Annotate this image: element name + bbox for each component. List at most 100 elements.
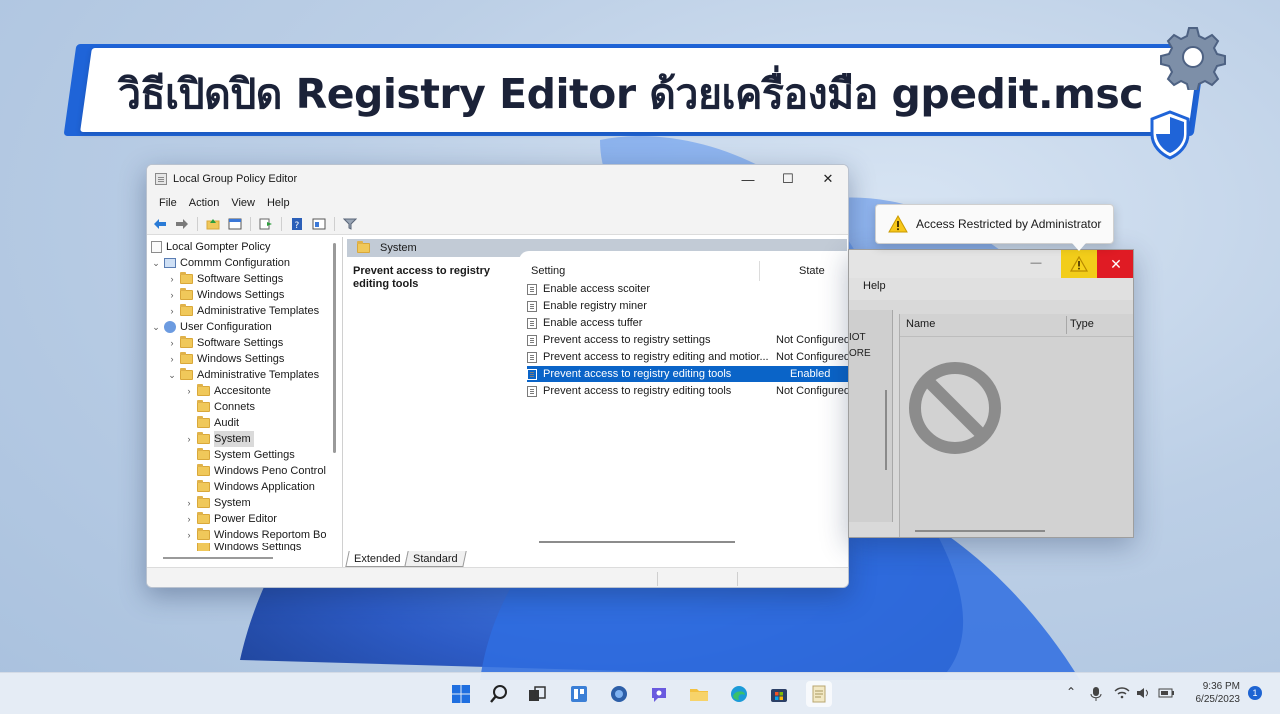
list-item-selected[interactable]: Prevent access to registry editing tools…: [527, 366, 848, 382]
edge-icon[interactable]: [726, 681, 752, 707]
chevron-down-icon[interactable]: ⌄: [151, 319, 161, 335]
wifi-icon[interactable]: [1114, 687, 1130, 699]
tree-item[interactable]: › Windows Reportom Bo: [184, 527, 327, 543]
chevron-right-icon[interactable]: ›: [167, 287, 177, 303]
column-header-state[interactable]: State: [799, 265, 825, 277]
maximize-button[interactable]: ☐: [768, 165, 808, 193]
search-icon[interactable]: [486, 681, 512, 707]
chevron-right-icon[interactable]: ›: [184, 511, 194, 527]
tree-item[interactable]: ⌄ Commm Configuration: [151, 255, 290, 271]
chevron-right-icon[interactable]: ›: [184, 383, 194, 399]
tree-horizontal-scrollbar[interactable]: [163, 557, 273, 559]
close-button[interactable]: ✕: [808, 165, 848, 193]
registry-horizontal-scrollbar[interactable]: [915, 530, 1045, 532]
widgets-icon[interactable]: [566, 681, 592, 707]
tree-item[interactable]: Windows Application: [184, 479, 315, 495]
notification-badge[interactable]: 1: [1248, 686, 1262, 700]
notepad-icon[interactable]: [806, 681, 832, 707]
list-item[interactable]: Enable access tuffer: [527, 315, 848, 331]
tree-item-label: Accesitonte: [214, 385, 271, 397]
tree-item[interactable]: › Power Editor: [184, 511, 277, 527]
export-list-icon[interactable]: [257, 216, 275, 232]
list-horizontal-scrollbar[interactable]: [539, 541, 735, 543]
tree-item-selected[interactable]: › System: [184, 431, 254, 447]
tree-item[interactable]: ⌄ Administrative Templates: [167, 367, 319, 383]
chevron-right-icon[interactable]: ›: [184, 431, 194, 447]
list-item[interactable]: Prevent access to registry editing and m…: [527, 349, 848, 365]
tree-item[interactable]: Audit: [184, 415, 239, 431]
chevron-right-icon[interactable]: ›: [184, 495, 194, 511]
column-divider[interactable]: [1066, 316, 1067, 334]
tree-item[interactable]: Windows Peno Control: [184, 463, 326, 479]
chevron-down-icon[interactable]: ⌄: [167, 367, 177, 383]
back-arrow-icon[interactable]: [151, 216, 169, 232]
tab-extended[interactable]: Extended: [345, 551, 410, 567]
column-header-setting[interactable]: Setting: [531, 265, 565, 277]
clock[interactable]: 9:36 PM 6/25/2023: [1194, 680, 1241, 706]
media-icon[interactable]: [606, 681, 632, 707]
column-divider[interactable]: [759, 261, 760, 281]
properties-icon[interactable]: [310, 216, 328, 232]
chevron-right-icon[interactable]: ›: [167, 271, 177, 287]
volume-icon[interactable]: [1136, 687, 1152, 699]
minimize-button[interactable]: —: [728, 165, 768, 193]
menu-help[interactable]: Help: [261, 197, 296, 209]
chevron-up-icon[interactable]: ⌃: [1066, 685, 1076, 699]
folder-icon: [197, 432, 210, 444]
registry-tree-scrollbar[interactable]: [885, 390, 887, 470]
computer-icon: [164, 258, 176, 268]
up-folder-icon[interactable]: [204, 216, 222, 232]
menu-action[interactable]: Action: [183, 197, 226, 209]
tree-item[interactable]: › System: [184, 495, 251, 511]
tab-standard[interactable]: Standard: [404, 551, 467, 567]
task-view-icon[interactable]: [524, 681, 550, 707]
tree-item[interactable]: › Software Settings: [167, 335, 283, 351]
help-icon[interactable]: ?: [288, 216, 306, 232]
chat-icon[interactable]: [646, 681, 672, 707]
chevron-right-icon[interactable]: ›: [167, 351, 177, 367]
registry-close-button[interactable]: ✕: [1097, 250, 1133, 278]
tree-item-label: Commm Configuration: [180, 257, 291, 269]
chevron-down-icon[interactable]: ⌄: [151, 255, 161, 271]
tree-item[interactable]: System Gettings: [184, 447, 295, 463]
filter-icon[interactable]: [341, 216, 359, 232]
tree-item[interactable]: › Accesitonte: [184, 383, 271, 399]
tree-item[interactable]: Windows Settings: [184, 543, 301, 551]
toolbar: ?: [147, 213, 848, 235]
column-header-type[interactable]: Type: [1070, 318, 1094, 330]
show-hide-tree-icon[interactable]: [226, 216, 244, 232]
menu-file[interactable]: File: [153, 197, 183, 209]
list-item[interactable]: Enable registry miner: [527, 298, 848, 314]
tree-item[interactable]: ⌄ User Configuration: [151, 319, 272, 335]
forward-arrow-icon[interactable]: [173, 216, 191, 232]
tab-label: Standard: [413, 553, 459, 565]
chevron-right-icon[interactable]: ›: [167, 335, 177, 351]
chevron-right-icon[interactable]: ›: [167, 303, 177, 319]
tree-item[interactable]: › Windows Settings: [167, 351, 284, 367]
column-header-name[interactable]: Name: [906, 318, 935, 330]
folder-icon: [197, 384, 210, 396]
policy-setting-icon: [527, 317, 537, 329]
registry-menu-help[interactable]: Help: [863, 280, 886, 292]
chevron-right-icon[interactable]: ›: [184, 527, 194, 543]
microphone-icon[interactable]: [1090, 686, 1102, 702]
tree-item[interactable]: Local Gompter Policy: [151, 239, 271, 255]
warning-button[interactable]: [1061, 250, 1097, 278]
file-explorer-icon[interactable]: [686, 681, 712, 707]
folder-icon: [197, 448, 210, 460]
toolbar-divider: [281, 216, 282, 231]
tree-item[interactable]: › Administrative Templates: [167, 303, 319, 319]
tree-item[interactable]: Connets: [184, 399, 255, 415]
tree-item[interactable]: › Software Settings: [167, 271, 283, 287]
list-item[interactable]: Prevent access to registry settings Not C…: [527, 332, 848, 348]
list-item[interactable]: Enable access scoiter: [527, 281, 848, 297]
registry-minimize-button[interactable]: —: [1029, 256, 1043, 270]
store-icon[interactable]: [766, 681, 792, 707]
tree-vertical-scrollbar[interactable]: [333, 243, 336, 453]
folder-icon: [180, 368, 193, 380]
battery-icon[interactable]: [1158, 687, 1176, 699]
start-icon[interactable]: [448, 681, 474, 707]
list-item[interactable]: Prevent access to registry editing tools…: [527, 383, 848, 399]
tree-item[interactable]: › Windows Settings: [167, 287, 284, 303]
menu-view[interactable]: View: [225, 197, 261, 209]
